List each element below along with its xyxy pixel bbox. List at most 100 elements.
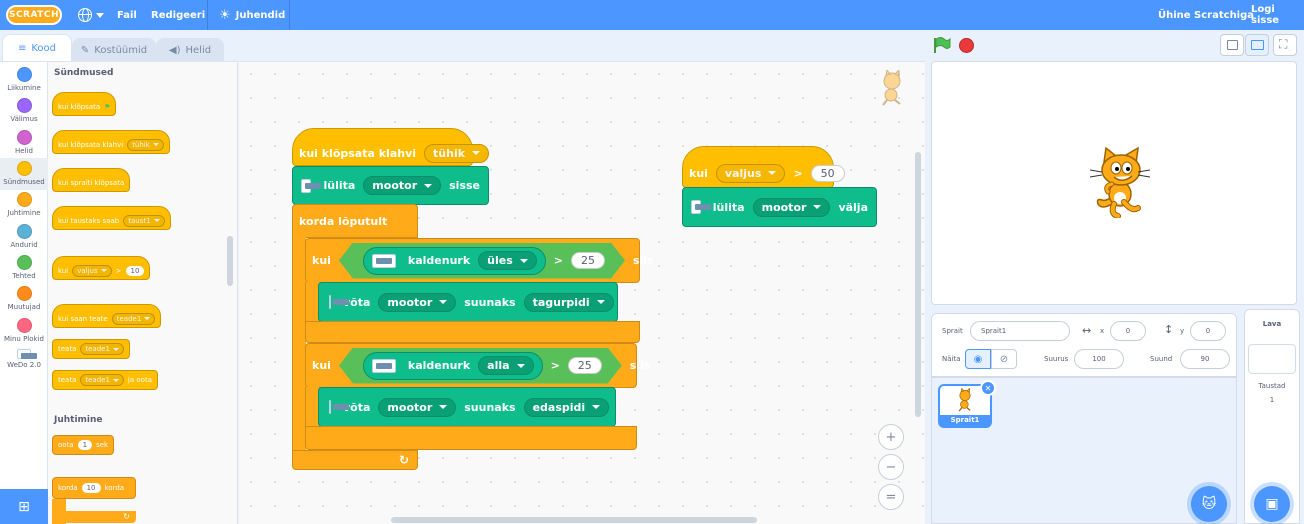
key-dropdown[interactable]: tühik [424,143,490,163]
block-set-direction-forward[interactable]: võta mootor suunaks edaspidi [318,387,616,427]
category-motion[interactable]: Liikumine [0,64,48,96]
greater-than-operator[interactable]: kaldenurk üles > 25 [339,243,625,279]
category-wedo[interactable]: WeDo 2.0 [0,346,48,378]
reporter-tilt-angle[interactable]: kaldenurk üles [363,247,546,275]
block-text: lülita [323,179,356,192]
number-input[interactable]: 1 [77,440,93,450]
motor-dropdown[interactable]: mootor [378,397,457,417]
choose-backdrop-button[interactable]: ▣ [1254,486,1290,522]
motor-dropdown[interactable]: mootor [378,292,457,312]
block-if-tilt-down[interactable]: kui kaldenurk alla > 25 siis [305,343,650,388]
hat-when-sensor-greater[interactable]: kui valjus > 50 [682,146,845,188]
fullscreen-button[interactable]: ⛶ [1273,34,1297,56]
number-input[interactable]: 25 [571,252,605,269]
block-set-direction-reverse[interactable]: võta mootor suunaks tagurpidi [318,282,618,322]
add-extension-button[interactable]: ⊞ [0,489,48,524]
cat-sprite-icon[interactable] [1088,146,1152,218]
key-dropdown[interactable]: tühik [127,138,164,151]
file-menu[interactable]: Fail [117,0,137,30]
block-when-receive[interactable]: kui saan teate teade1 [52,304,162,328]
tab-sounds[interactable]: ◀) Helid [156,38,224,62]
motor-dropdown[interactable]: mootor [752,197,831,217]
block-broadcast-and-wait[interactable]: teata teade1 ja oota [52,370,158,390]
direction-dropdown[interactable]: alla [478,356,533,375]
sprite-thumbnail[interactable]: Sprait1 ✕ [938,380,996,428]
sign-in-link[interactable]: Logi sisse [1251,0,1304,30]
if2-arm [305,387,319,427]
block-repeat[interactable]: korda 10 korda [52,477,136,499]
zoom-in-button[interactable]: + [878,424,904,450]
language-menu[interactable] [78,0,104,30]
block-wait[interactable]: oota 1 sek [52,435,115,455]
category-control[interactable]: Juhtimine [0,189,48,221]
backdrops-label: Taustad [1258,382,1286,390]
direction-dropdown[interactable]: tagurpidi [523,292,614,312]
show-hidden-button[interactable]: ⊘ [991,349,1017,369]
small-stage-button[interactable] [1220,34,1244,56]
motor-dropdown[interactable]: mootor [363,176,442,195]
block-motor-off[interactable]: lülita mootor välja [682,187,877,227]
backdrop-dropdown[interactable]: taust1 [123,214,165,227]
edit-menu[interactable]: Redigeeri [151,0,205,30]
tab-code[interactable]: ≡ Kood [2,34,72,62]
message-dropdown[interactable]: teade1 [80,343,124,355]
block-when-backdrop-switches[interactable]: kui taustaks saab taust1 [52,206,171,230]
category-operators[interactable]: Tehted [0,252,48,284]
number-input[interactable]: 10 [125,265,145,276]
sensor-dropdown[interactable]: valjus [72,264,112,277]
show-label: Näita [942,355,961,363]
message-dropdown[interactable]: teade1 [80,374,124,386]
direction-dropdown[interactable]: edaspidi [523,397,610,417]
delete-sprite-button[interactable]: ✕ [980,380,996,396]
category-sound[interactable]: Helid [0,127,48,159]
sprite-name-input[interactable]: Sprait1 [970,321,1070,341]
block-text: välja [838,200,868,214]
direction-dropdown[interactable]: üles [478,251,537,270]
category-events[interactable]: Sündmused [0,158,48,190]
show-visible-button[interactable]: ◉ [965,349,991,369]
number-input[interactable]: 25 [568,357,602,374]
stage-thumbnail[interactable] [1248,344,1296,374]
category-my-blocks[interactable]: Minu Plokid [0,315,48,347]
block-if-tilt-up[interactable]: kui kaldenurk üles > 25 siis [305,238,654,283]
block-when-flag-clicked[interactable]: kui klõpsata ⚑ [52,92,117,116]
choose-sprite-button[interactable]: 🐱 [1191,486,1227,522]
stage-canvas[interactable] [931,61,1297,305]
message-dropdown[interactable]: teade1 [111,312,156,325]
x-input[interactable]: 0 [1110,321,1146,341]
join-scratch-link[interactable]: Ühine Scratchiga [1158,0,1254,30]
category-variables[interactable]: Muutujad [0,283,48,315]
greater-than-operator[interactable]: kaldenurk alla > 25 [339,348,622,384]
block-broadcast[interactable]: teata teade1 [52,339,130,359]
direction-input[interactable]: 90 [1180,349,1230,369]
block-when-key-pressed[interactable]: kui klõpsata klahvi tühik [52,130,170,154]
workspace-vertical-scrollbar[interactable] [915,152,921,417]
palette-scrollbar[interactable] [227,236,233,286]
hat-when-key-pressed[interactable]: kui klõpsata klahvi tühik [292,128,490,166]
number-input[interactable]: 10 [81,483,101,493]
green-flag-button[interactable] [933,37,951,53]
large-stage-button[interactable] [1245,34,1269,56]
menu-divider [207,0,208,30]
size-input[interactable]: 100 [1074,349,1124,369]
block-text: kui spraiti klõpsata [58,178,125,187]
tutorials-menu[interactable]: ☀ Juhendid [219,0,285,30]
category-looks[interactable]: Välimus [0,95,48,127]
zoom-reset-button[interactable]: = [878,484,904,510]
block-forever[interactable]: korda lõputult [292,204,418,238]
scratch-logo[interactable]: SCRATCH [6,5,62,25]
reporter-tilt-angle[interactable]: kaldenurk alla [363,352,543,380]
y-input[interactable]: 0 [1190,321,1226,341]
category-sensing[interactable]: Andurid [0,221,48,253]
number-input[interactable]: 50 [810,164,845,182]
stop-button[interactable] [959,38,974,53]
zoom-out-button[interactable]: − [878,454,904,480]
dropdown-value: teade1 [85,345,110,353]
block-motor-on[interactable]: lülita mootor sisse [292,166,489,205]
workspace-horizontal-scrollbar[interactable] [391,517,757,523]
tab-costumes[interactable]: ✎ Kostüümid [72,38,156,62]
tab-label: Kood [31,43,57,54]
block-when-greater-than[interactable]: kui valjus > 10 [52,256,151,280]
sensor-dropdown[interactable]: valjus [715,163,786,183]
block-when-sprite-clicked[interactable]: kui spraiti klõpsata [52,168,131,192]
